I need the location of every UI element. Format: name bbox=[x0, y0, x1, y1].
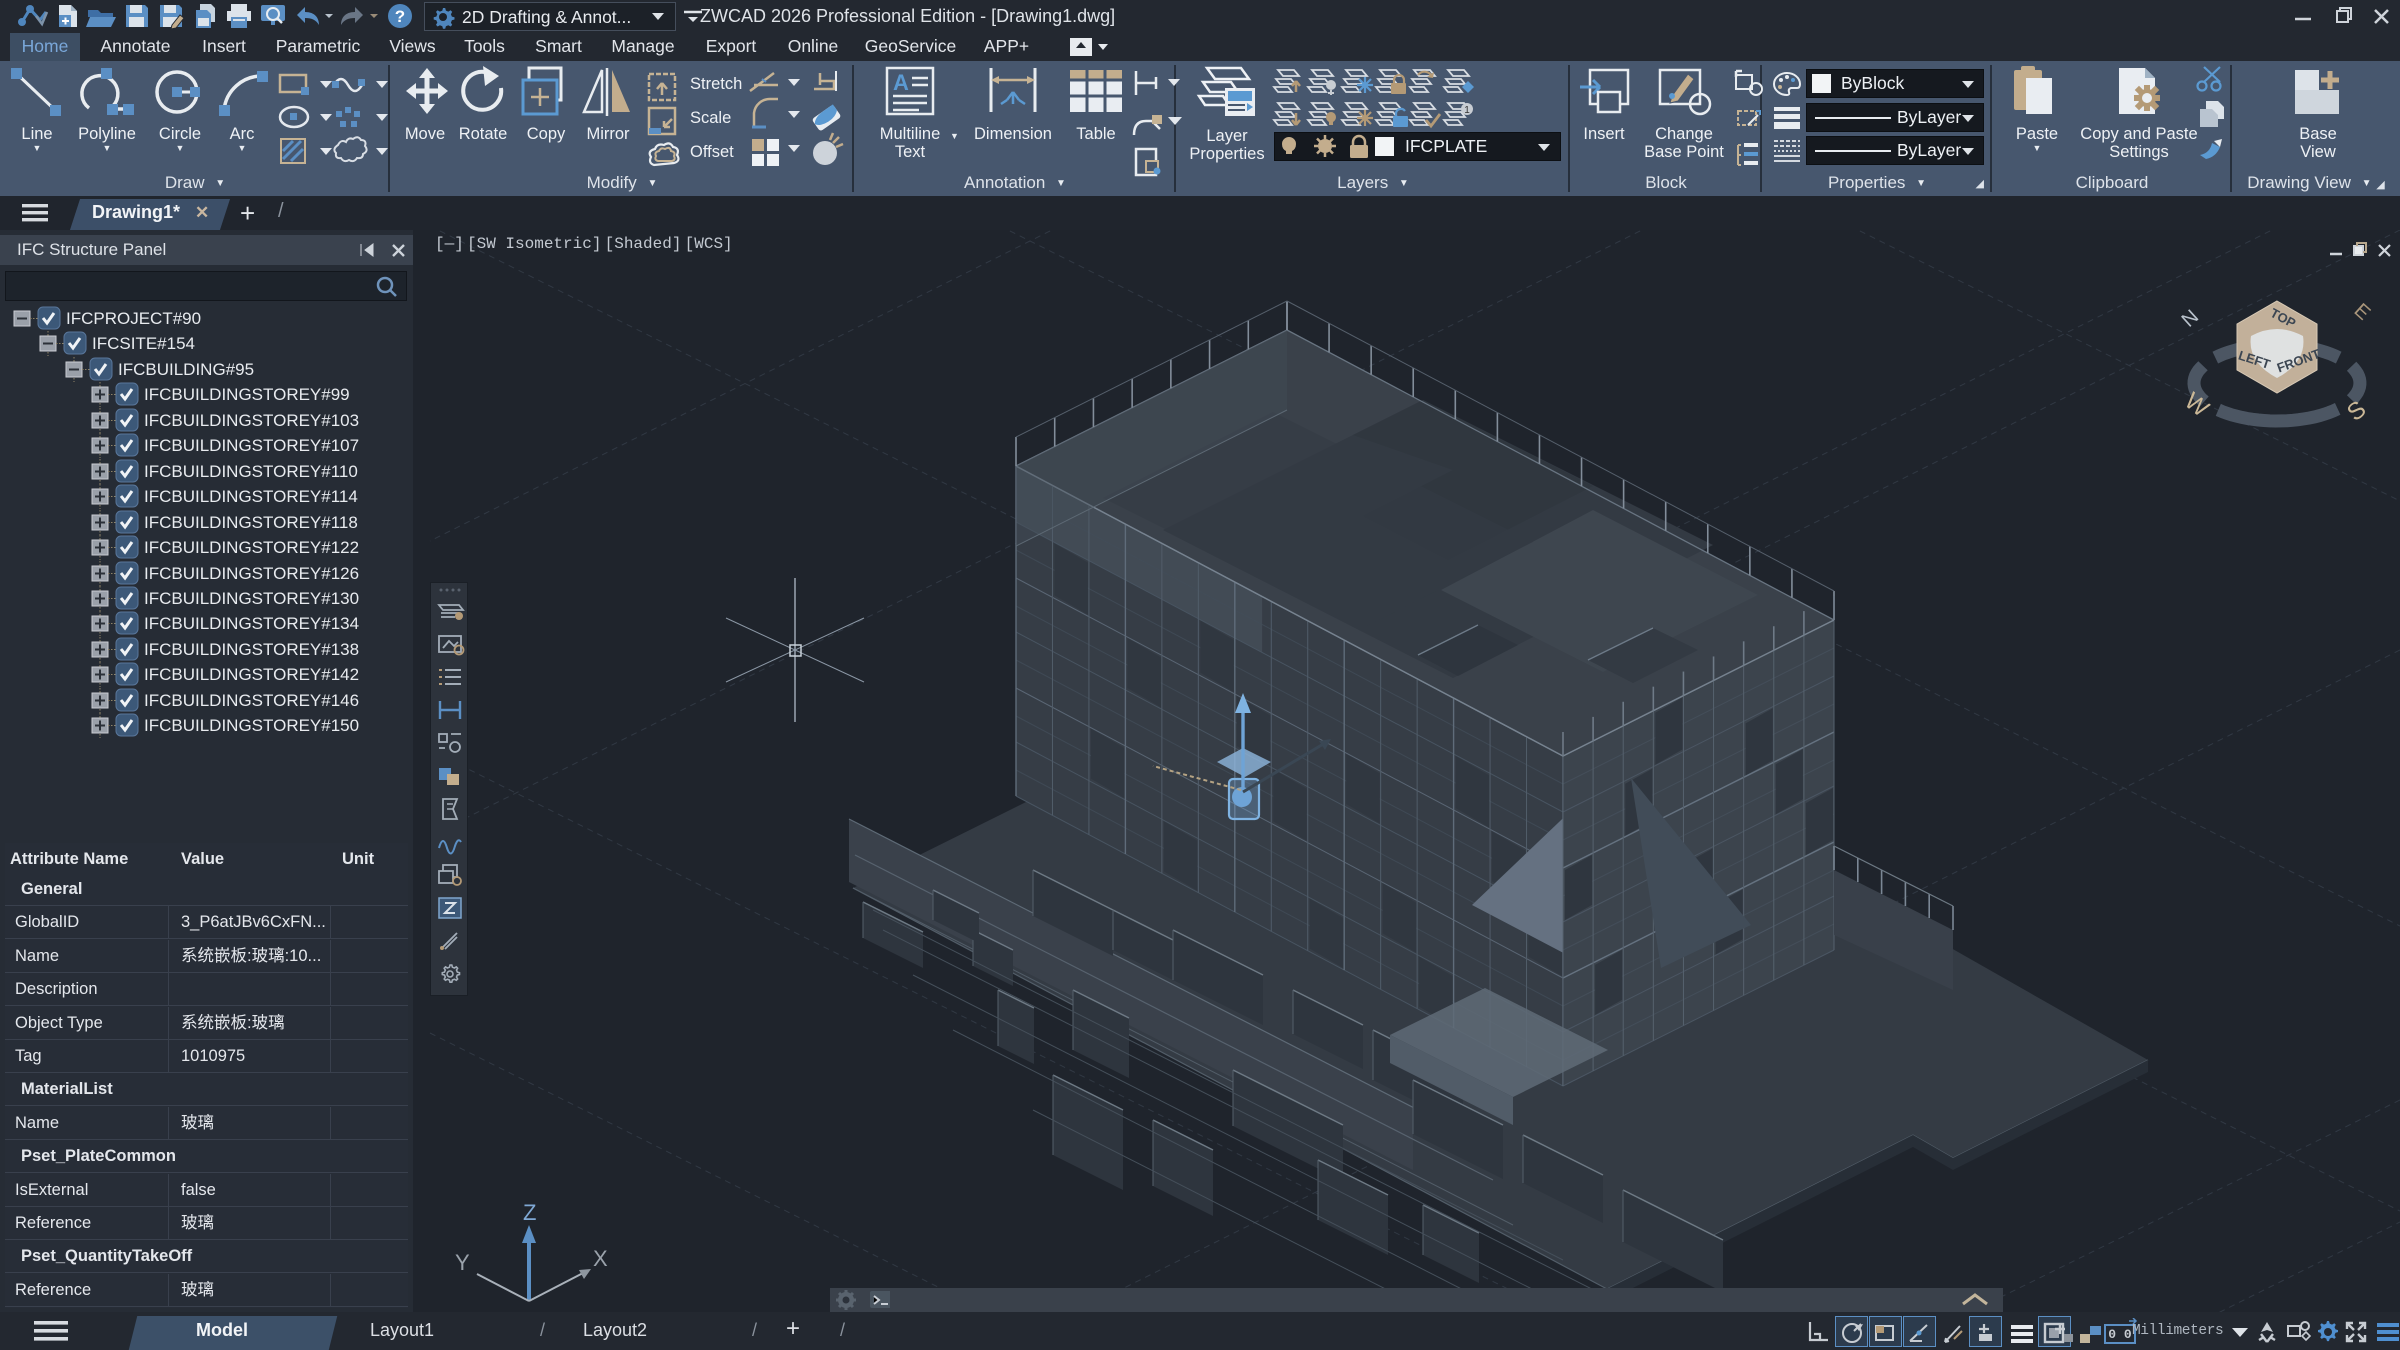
svg-text:Z: Z bbox=[523, 1200, 536, 1225]
svg-text:0 0: 0 0 bbox=[2108, 1327, 2132, 1342]
svg-text:Y: Y bbox=[455, 1250, 470, 1275]
svg-text:N: N bbox=[2178, 306, 2203, 332]
svg-text:W: W bbox=[2179, 387, 2214, 422]
svg-text:1: 1 bbox=[1464, 105, 1470, 116]
svg-text:X: X bbox=[593, 1246, 608, 1271]
svg-text:?: ? bbox=[395, 7, 405, 26]
svg-text:S: S bbox=[2342, 396, 2371, 427]
svg-text:A: A bbox=[893, 70, 909, 95]
svg-text:E: E bbox=[2350, 299, 2375, 324]
